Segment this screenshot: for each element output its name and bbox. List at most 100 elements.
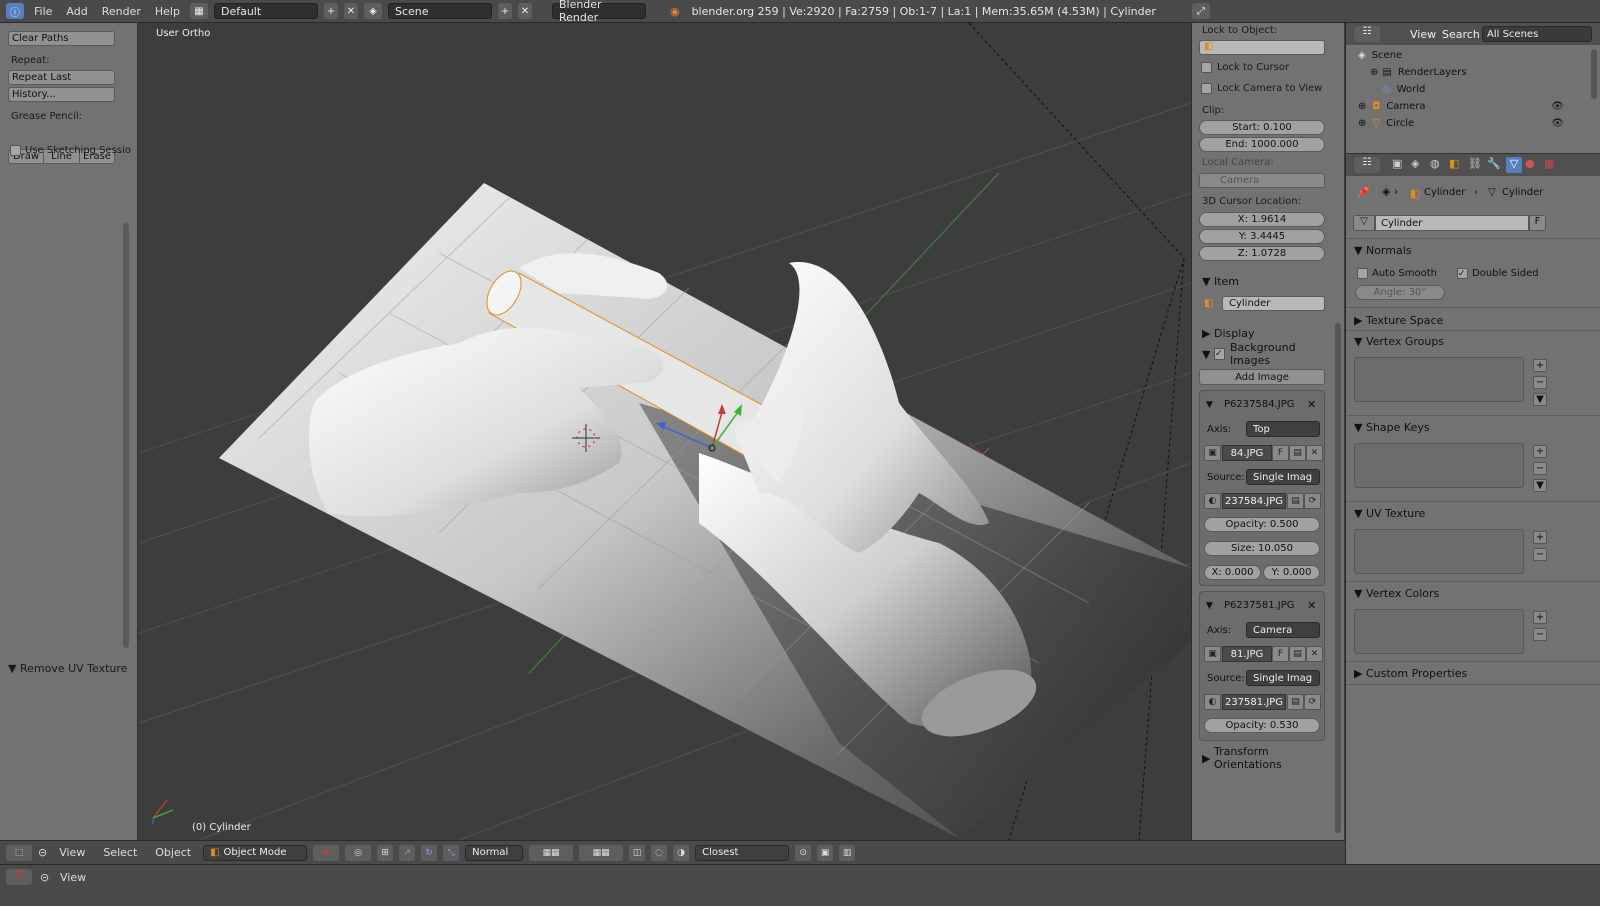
rotate-manipulator-icon[interactable]: ↻ (421, 844, 438, 861)
add-vertex-color-icon[interactable]: + (1533, 611, 1547, 624)
outliner-row-world[interactable]: ◍ World (1382, 81, 1588, 98)
breadcrumb-data[interactable]: Cylinder (1502, 187, 1543, 198)
constraints-tab-icon[interactable]: ⛓ (1468, 157, 1484, 173)
remove-screen-icon[interactable]: ✕ (343, 3, 358, 19)
clip-end-field[interactable]: End: 1000.000 (1199, 137, 1325, 152)
bg-images-checkbox[interactable]: ✓ (1213, 348, 1225, 360)
mesh-data-browse-icon[interactable]: ▽ (1353, 215, 1375, 231)
lock-camera-checkbox[interactable] (1201, 83, 1212, 94)
texture-space-panel-header[interactable]: ▶ Texture Space (1354, 314, 1443, 327)
outliner-view-menu[interactable]: View (1410, 28, 1436, 41)
bg-images-panel-header[interactable]: ▼ ✓ Background Images (1192, 341, 1328, 367)
fullscreen-icon[interactable]: ⤢ (1191, 3, 1210, 19)
bg-image-2-axis-dropdown[interactable]: Camera (1246, 622, 1320, 638)
add-shape-key-icon[interactable]: + (1533, 445, 1547, 458)
layers-grid-icon[interactable]: ▦▦ (529, 844, 574, 861)
cursor-z-field[interactable]: Z: 1.0728 (1199, 246, 1325, 261)
open-folder-icon[interactable]: ▤ (1289, 445, 1306, 461)
lock-to-cursor-checkbox[interactable] (1201, 62, 1212, 73)
add-vertex-group-icon[interactable]: + (1533, 359, 1547, 372)
outliner-filter-dropdown[interactable]: All Scenes (1482, 26, 1592, 42)
scale-manipulator-icon[interactable]: ⤡ (443, 844, 460, 861)
bg-image-1-image-field[interactable]: 84.JPG (1222, 445, 1272, 461)
outliner-row-scene[interactable]: ◈ Scene (1358, 47, 1588, 64)
shape-key-menu-icon[interactable]: ▼ (1533, 479, 1547, 492)
clip-start-field[interactable]: Start: 0.100 (1199, 120, 1325, 135)
vertex-groups-list[interactable] (1354, 357, 1524, 402)
bg-image-2-image-field[interactable]: 81.JPG (1222, 646, 1272, 662)
snap-target-dropdown[interactable]: Closest (695, 844, 790, 861)
remove-scene-icon[interactable]: ✕ (517, 3, 532, 19)
render-icon[interactable]: ▣ (817, 844, 834, 861)
tool-shelf-scrollbar[interactable] (123, 223, 129, 648)
vertex-colors-list[interactable] (1354, 609, 1524, 654)
shape-keys-panel-header[interactable]: ▼ Shape Keys (1354, 421, 1430, 434)
expand-menus-icon[interactable]: ⊝ (40, 871, 49, 884)
layers-grid-icon[interactable]: ▦▦ (579, 844, 624, 861)
menu-object[interactable]: Object (149, 846, 197, 859)
expand-menus-icon[interactable]: ⊝ (38, 846, 47, 859)
history-button[interactable]: History... (8, 87, 115, 102)
vertex-groups-panel-header[interactable]: ▼ Vertex Groups (1354, 335, 1444, 348)
item-name-field[interactable]: Cylinder (1222, 296, 1325, 311)
sketching-checkbox[interactable] (10, 145, 21, 156)
opengl-render-icon[interactable]: ▥ (839, 844, 856, 861)
add-screen-icon[interactable]: + (323, 3, 338, 19)
pin-icon[interactable]: 📌 (1356, 186, 1370, 199)
open-folder-icon[interactable]: ▤ (1289, 646, 1306, 662)
timeline-editor-icon[interactable]: ◷ (6, 869, 32, 885)
bg-image-1-size-field[interactable]: Size: 10.050 (1204, 541, 1320, 556)
render-tab-icon[interactable]: ▣ (1392, 157, 1408, 173)
transform-orientations-header[interactable]: ▶ Transform Orientations (1192, 745, 1328, 771)
bg-image-2-fake-user[interactable]: F (1272, 646, 1289, 662)
scene-field[interactable]: Scene (387, 3, 492, 19)
bg-image-1-axis-dropdown[interactable]: Top (1246, 421, 1320, 437)
remove-bg-image-2-icon[interactable]: ✕ (1307, 599, 1316, 612)
clear-paths-button[interactable]: Clear Paths (8, 31, 115, 46)
bg-image-2-opacity-field[interactable]: Opacity: 0.530 (1204, 718, 1320, 733)
render-engine-dropdown[interactable]: Blender Render (551, 0, 646, 24)
bg-image-2-file-field[interactable]: 237581.JPG (1222, 694, 1286, 710)
unlink-icon[interactable]: ✕ (1306, 445, 1323, 461)
menu-view[interactable]: View (53, 846, 91, 859)
uv-texture-panel-header[interactable]: ▼ UV Texture (1354, 507, 1425, 520)
modifiers-tab-icon[interactable]: 🔧 (1487, 157, 1503, 173)
normals-panel-header[interactable]: ▼ Normals (1354, 244, 1412, 257)
bg-image-1-source-dropdown[interactable]: Single Imag (1246, 469, 1320, 485)
editor-type-icon[interactable]: ⬚ (6, 844, 32, 861)
visibility-eye-icon[interactable]: 👁 (1551, 101, 1564, 112)
local-camera-field[interactable]: Camera (1199, 173, 1325, 188)
lock-layers-icon[interactable]: ◫ (629, 844, 646, 861)
remove-vertex-group-icon[interactable]: − (1533, 376, 1547, 389)
menu-help[interactable]: Help (151, 5, 184, 18)
item-panel-header[interactable]: ▼ Item (1192, 271, 1328, 291)
scene-tab-icon[interactable]: ◈ (1411, 157, 1427, 173)
auto-smooth-angle-field[interactable]: Angle: 30° (1355, 285, 1445, 300)
3d-viewport[interactable]: User Ortho (0) Cylinder (139, 23, 1191, 840)
cursor-x-field[interactable]: X: 1.9614 (1199, 212, 1325, 227)
vertex-colors-panel-header[interactable]: ▼ Vertex Colors (1354, 587, 1439, 600)
timeline-view-menu[interactable]: View (60, 871, 86, 884)
object-tab-icon[interactable]: ◧ (1449, 157, 1465, 173)
image-icon[interactable]: ▣ (1204, 646, 1221, 662)
world-tab-icon[interactable]: ◍ (1430, 157, 1446, 173)
proportional-edit-icon[interactable]: ◌ (651, 844, 668, 861)
properties-editor-icon[interactable]: ☷ (1354, 157, 1380, 173)
display-panel-header[interactable]: ▶ Display (1192, 323, 1328, 343)
translate-manipulator-icon[interactable]: ↗ (399, 844, 416, 861)
remove-vertex-color-icon[interactable]: − (1533, 628, 1547, 641)
visibility-eye-icon[interactable]: 👁 (1551, 118, 1564, 129)
scene-icon[interactable]: ◈ (363, 3, 382, 19)
viewport-shading-icon[interactable]: ⊗ (313, 844, 340, 861)
reload-icon[interactable]: ⟳ (1304, 694, 1321, 710)
file-icon[interactable]: ◐ (1204, 493, 1221, 509)
menu-render[interactable]: Render (98, 5, 145, 18)
vertex-group-menu-icon[interactable]: ▼ (1533, 393, 1547, 406)
manipulator-toggle-icon[interactable]: ⊞ (377, 844, 394, 861)
pivot-point-icon[interactable]: ◎ (345, 844, 372, 861)
outliner-row-renderlayers[interactable]: ⊕ ▤ RenderLayers (1370, 64, 1588, 81)
transform-orientation-dropdown[interactable]: Normal (465, 844, 524, 861)
remove-uv-texture-panel[interactable]: ▼ Remove UV Texture (8, 662, 127, 675)
bg-image-2-source-dropdown[interactable]: Single Imag (1246, 670, 1320, 686)
mode-dropdown[interactable]: ◧ Object Mode (203, 844, 308, 861)
